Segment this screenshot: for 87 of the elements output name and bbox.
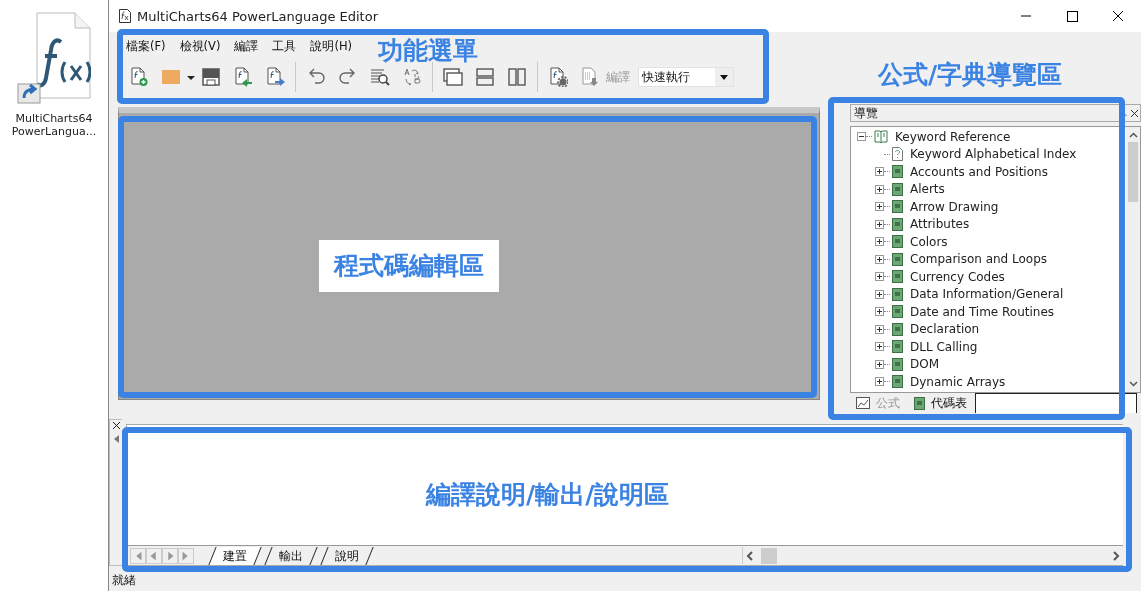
tree-item[interactable]: Data Information/General: [910, 287, 1064, 302]
compile-label: 編譯: [606, 69, 630, 85]
annotation-label: 公式/字典導覽區: [878, 59, 1063, 91]
book-icon: [892, 340, 903, 354]
book-icon: [892, 270, 903, 284]
scroll-up-icon[interactable]: [1128, 131, 1138, 139]
expand-icon[interactable]: [875, 289, 884, 299]
book-icon: [892, 375, 903, 389]
book-icon: [892, 357, 903, 371]
tree-item[interactable]: Keyword Alphabetical Index: [910, 147, 1077, 162]
status-text: 就緒: [112, 572, 136, 588]
expand-icon[interactable]: [875, 377, 884, 387]
expand-icon[interactable]: [875, 202, 884, 212]
output-tab[interactable]: 建置: [208, 546, 262, 565]
expand-icon[interactable]: [875, 272, 884, 282]
scroll-down-icon[interactable]: [1128, 380, 1138, 388]
cascade-windows-icon[interactable]: [443, 67, 463, 87]
close-icon[interactable]: [112, 422, 120, 429]
expand-icon[interactable]: [875, 219, 884, 229]
book-icon: [892, 165, 903, 179]
mode-dropdown[interactable]: 快速執行: [638, 67, 734, 87]
tree-item[interactable]: Keyword Reference: [895, 129, 1011, 144]
book-icon: [892, 235, 903, 249]
open-book-icon: [874, 130, 888, 144]
tree-item[interactable]: Dynamic Arrays: [910, 374, 1006, 389]
close-icon[interactable]: [1131, 109, 1138, 117]
book-icon: [892, 305, 903, 319]
import-icon[interactable]: [233, 67, 253, 87]
tree-item[interactable]: Date and Time Routines: [910, 304, 1055, 319]
window-title: MultiCharts64 PowerLanguage Editor: [137, 8, 378, 24]
tree-item[interactable]: Attributes: [910, 217, 970, 232]
horizontal-scrollbar[interactable]: [742, 547, 1123, 564]
dropdown-arrow-icon[interactable]: [720, 74, 728, 80]
navigator-tab[interactable]: 代碼表: [908, 393, 975, 413]
expand-icon[interactable]: [875, 237, 884, 247]
tree-item[interactable]: Currency Codes: [910, 269, 1005, 284]
expand-icon[interactable]: [875, 184, 884, 194]
tree-item[interactable]: Declaration: [910, 322, 980, 337]
scrollbar-thumb[interactable]: [761, 547, 777, 564]
book-icon: [892, 252, 903, 266]
expand-icon[interactable]: [875, 307, 884, 317]
menu-item[interactable]: 檢視(V): [172, 37, 228, 57]
expand-icon[interactable]: [875, 359, 884, 369]
tree-item[interactable]: Colors: [910, 234, 948, 249]
save-icon[interactable]: [201, 67, 221, 87]
tree-item[interactable]: DOM: [910, 357, 940, 372]
menu-item[interactable]: 工具: [265, 37, 304, 57]
tree-item[interactable]: Arrow Drawing: [910, 199, 999, 214]
tile-horizontal-icon[interactable]: [475, 67, 495, 87]
export-icon[interactable]: [265, 67, 285, 87]
book-icon: [914, 396, 925, 410]
output-tab[interactable]: 輸出: [264, 546, 318, 565]
vertical-scrollbar[interactable]: [1126, 127, 1140, 392]
app-icon: [119, 9, 131, 23]
scrollbar-thumb[interactable]: [1128, 142, 1138, 202]
panel-title: 導覽: [854, 105, 878, 121]
expand-icon[interactable]: [875, 167, 884, 177]
menu-item[interactable]: 檔案(F): [119, 37, 173, 57]
expand-icon[interactable]: [875, 254, 884, 264]
replace-icon[interactable]: [402, 67, 422, 87]
icon-label: MultiCharts64 PowerLangua...: [10, 112, 98, 138]
expand-icon[interactable]: [875, 324, 884, 334]
menu-item[interactable]: 編譯: [227, 37, 266, 57]
expand-icon[interactable]: [875, 342, 884, 352]
menu-item[interactable]: 說明(H): [303, 37, 360, 57]
book-icon: [892, 200, 903, 214]
book-icon: [892, 322, 903, 336]
book-icon: [892, 217, 903, 231]
annotation-label: 程式碼編輯區: [319, 240, 499, 292]
tree-item[interactable]: Alerts: [910, 182, 945, 197]
tree-item[interactable]: DLL Calling: [910, 339, 978, 354]
output-tab[interactable]: 說明: [320, 546, 374, 565]
help-page-icon: [892, 147, 903, 162]
book-icon: [892, 287, 903, 301]
annotation-label: 功能選單: [378, 35, 478, 67]
formula-settings-icon[interactable]: [548, 67, 568, 87]
tile-vertical-icon[interactable]: [507, 67, 527, 87]
annotation-label: 編譯說明/輸出/說明區: [426, 479, 670, 511]
tree-item[interactable]: Comparison and Loops: [910, 252, 1048, 267]
book-icon: [892, 182, 903, 196]
chart-icon: [856, 397, 870, 409]
new-formula-icon[interactable]: [129, 67, 149, 87]
collapse-icon[interactable]: [857, 132, 866, 142]
find-icon[interactable]: [370, 67, 390, 87]
compile-icon[interactable]: [580, 67, 600, 87]
tree-item[interactable]: Accounts and Positions: [910, 164, 1048, 179]
formula-file-icon[interactable]: [17, 12, 91, 104]
